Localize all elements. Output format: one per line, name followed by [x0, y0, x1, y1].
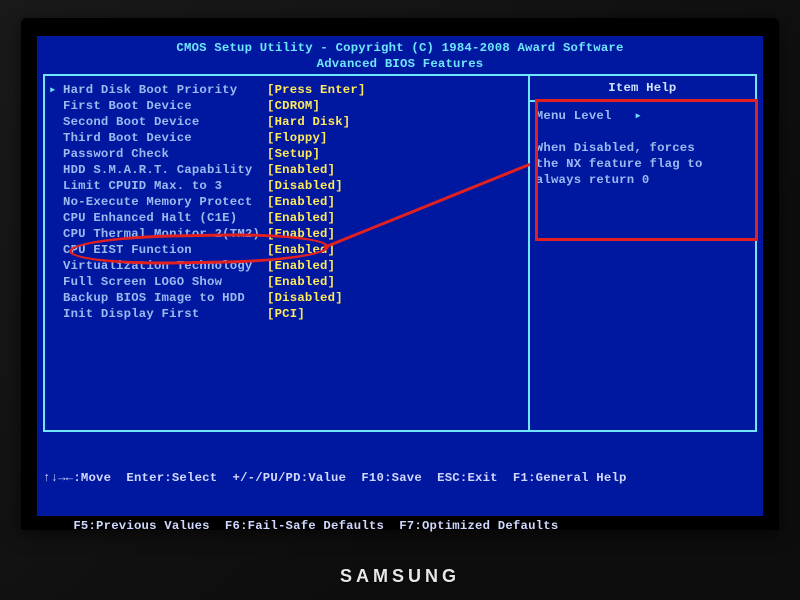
setting-label: Init Display First [63, 306, 267, 322]
setting-label: Backup BIOS Image to HDD [63, 290, 267, 306]
setting-row[interactable]: Init Display First [PCI] [49, 306, 524, 322]
setting-row[interactable]: CPU EIST Function [Enabled] [49, 242, 524, 258]
setting-label: Full Screen LOGO Show [63, 274, 267, 290]
bios-title-line1: CMOS Setup Utility - Copyright (C) 1984-… [43, 40, 757, 56]
cursor-arrow-icon: ▸ [49, 82, 63, 98]
help-spacer [536, 124, 749, 140]
setting-value[interactable]: [Enabled] [267, 242, 335, 258]
monitor-brand-logo: SAMSUNG [340, 566, 460, 587]
setting-label: Second Boot Device [63, 114, 267, 130]
setting-value[interactable]: [Floppy] [267, 130, 328, 146]
chevron-right-icon: ▸ [634, 109, 642, 123]
setting-label: Limit CPUID Max. to 3 [63, 178, 267, 194]
bios-frame: ▸ Hard Disk Boot Priority [Press Enter] … [43, 74, 757, 432]
setting-label: CPU Enhanced Halt (C1E) [63, 210, 267, 226]
setting-row[interactable]: ▸ Hard Disk Boot Priority [Press Enter] [49, 82, 524, 98]
setting-value[interactable]: [Disabled] [267, 290, 343, 306]
key-legend: ↑↓→←:Move Enter:Select +/-/PU/PD:Value F… [43, 438, 757, 566]
help-body: When Disabled, forces [536, 140, 749, 156]
monitor-bezel: CMOS Setup Utility - Copyright (C) 1984-… [21, 18, 779, 530]
help-divider [530, 100, 755, 102]
cursor-space [49, 98, 63, 114]
setting-value[interactable]: [Enabled] [267, 274, 335, 290]
setting-value[interactable]: [Enabled] [267, 162, 335, 178]
setting-value[interactable]: [Hard Disk] [267, 114, 350, 130]
help-title: Item Help [536, 80, 749, 96]
setting-row[interactable]: Third Boot Device [Floppy] [49, 130, 524, 146]
setting-label: Third Boot Device [63, 130, 267, 146]
setting-label: Password Check [63, 146, 267, 162]
setting-row[interactable]: CPU Thermal Monitor 2(TM2) [Enabled] [49, 226, 524, 242]
setting-row[interactable]: HDD S.M.A.R.T. Capability [Enabled] [49, 162, 524, 178]
monitor-photo: CMOS Setup Utility - Copyright (C) 1984-… [0, 0, 800, 600]
setting-row[interactable]: Virtualization Technology [Enabled] [49, 258, 524, 274]
setting-label: HDD S.M.A.R.T. Capability [63, 162, 267, 178]
setting-value[interactable]: [Enabled] [267, 210, 335, 226]
setting-row[interactable]: Limit CPUID Max. to 3 [Disabled] [49, 178, 524, 194]
setting-value[interactable]: [CDROM] [267, 98, 320, 114]
setting-row[interactable]: Backup BIOS Image to HDD [Disabled] [49, 290, 524, 306]
settings-pane: ▸ Hard Disk Boot Priority [Press Enter] … [45, 76, 528, 430]
setting-value[interactable]: [Enabled] [267, 226, 335, 242]
help-body: the NX feature flag to [536, 156, 749, 172]
setting-value[interactable]: [Enabled] [267, 194, 335, 210]
bios-title-line2: Advanced BIOS Features [43, 56, 757, 72]
help-body: always return 0 [536, 172, 749, 188]
setting-row[interactable]: Password Check [Setup] [49, 146, 524, 162]
help-pane: Item Help Menu Level ▸ When Disabled, fo… [528, 76, 755, 430]
setting-row[interactable]: No-Execute Memory Protect [Enabled] [49, 194, 524, 210]
setting-value[interactable]: [Enabled] [267, 258, 335, 274]
setting-value[interactable]: [Press Enter] [267, 82, 366, 98]
bios-screen: CMOS Setup Utility - Copyright (C) 1984-… [37, 36, 763, 516]
setting-label: Virtualization Technology [63, 258, 267, 274]
setting-row[interactable]: Full Screen LOGO Show [Enabled] [49, 274, 524, 290]
key-legend-line1: ↑↓→←:Move Enter:Select +/-/PU/PD:Value F… [43, 470, 757, 486]
setting-row[interactable]: First Boot Device [CDROM] [49, 98, 524, 114]
setting-value[interactable]: [Disabled] [267, 178, 343, 194]
setting-row[interactable]: Second Boot Device [Hard Disk] [49, 114, 524, 130]
setting-label: No-Execute Memory Protect [63, 194, 267, 210]
key-legend-line2: F5:Previous Values F6:Fail-Safe Defaults… [43, 518, 757, 534]
setting-label: CPU Thermal Monitor 2(TM2) [63, 226, 267, 242]
setting-label: Hard Disk Boot Priority [63, 82, 267, 98]
setting-label: CPU EIST Function [63, 242, 267, 258]
menu-level-line: Menu Level ▸ [536, 108, 749, 124]
setting-label: First Boot Device [63, 98, 267, 114]
setting-value[interactable]: [Setup] [267, 146, 320, 162]
setting-value[interactable]: [PCI] [267, 306, 305, 322]
setting-row[interactable]: CPU Enhanced Halt (C1E) [Enabled] [49, 210, 524, 226]
